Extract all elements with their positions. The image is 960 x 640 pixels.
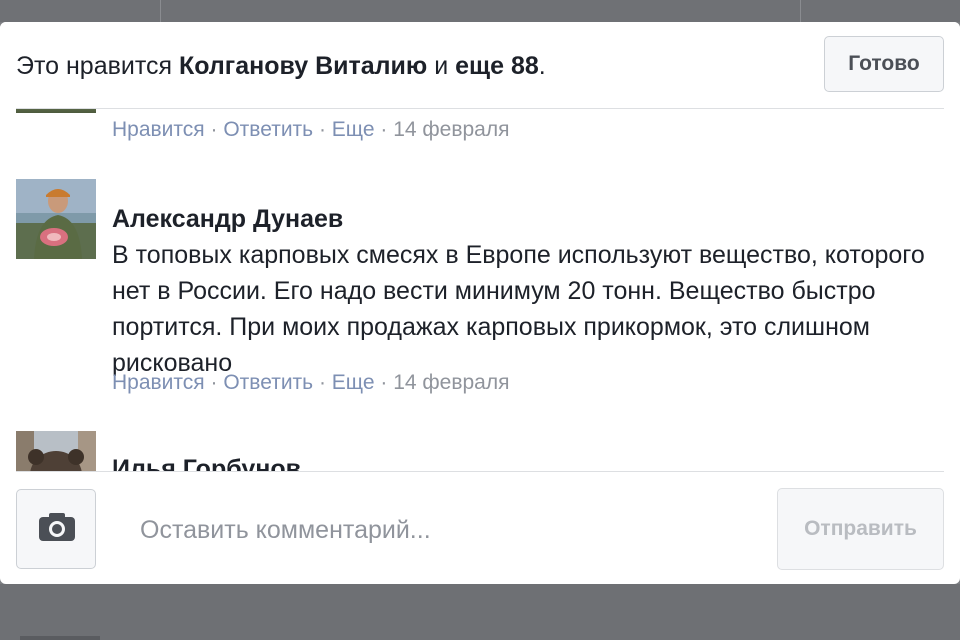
separator: · — [204, 118, 224, 141]
background-top — [0, 0, 960, 22]
likes-summary[interactable]: Это нравится Колганову Виталию и еще 88. — [16, 52, 546, 81]
likes-middle: и — [427, 52, 456, 80]
separator: · — [204, 371, 224, 394]
comment-date[interactable]: 14 февраля — [393, 371, 509, 394]
done-button[interactable]: Готово — [824, 36, 944, 92]
more-link[interactable]: Еще — [332, 371, 375, 394]
comment-author[interactable]: Александр Дунаев — [112, 205, 343, 234]
avatar-photo — [16, 431, 96, 471]
comment-actions: Нравится · Ответить · Еще · 14 февраля — [112, 118, 509, 142]
comment-date[interactable]: 14 февраля — [393, 118, 509, 141]
like-link[interactable]: Нравится — [112, 371, 205, 394]
dialog-header: Это нравится Колганову Виталию и еще 88.… — [0, 22, 960, 108]
separator: · — [374, 118, 394, 141]
background-divider — [800, 0, 801, 22]
avatar[interactable] — [16, 431, 96, 471]
background-bar — [20, 636, 100, 640]
comments-list[interactable]: Нравится · Ответить · Еще · 14 февраля А… — [0, 109, 960, 471]
separator: · — [313, 118, 332, 141]
likes-name[interactable]: Колганову Виталию — [179, 52, 427, 80]
send-button[interactable]: Отправить — [777, 488, 944, 570]
comment-author[interactable]: Илья Горбунов — [112, 455, 301, 471]
reply-link[interactable]: Ответить — [223, 118, 313, 141]
composer-divider — [16, 471, 944, 472]
like-link[interactable]: Нравится — [112, 118, 205, 141]
separator: · — [374, 371, 394, 394]
comment-input[interactable] — [112, 502, 752, 558]
comment-actions: Нравится · Ответить · Еще · 14 февраля — [112, 371, 509, 395]
avatar[interactable] — [16, 109, 96, 113]
background-bottom — [0, 584, 960, 640]
more-link[interactable]: Еще — [332, 118, 375, 141]
camera-icon — [39, 513, 75, 541]
camera-button[interactable] — [16, 489, 96, 569]
separator: · — [313, 371, 332, 394]
avatar[interactable] — [16, 179, 96, 259]
comment-text: В топовых карповых смесях в Европе испол… — [112, 241, 925, 377]
likes-count[interactable]: еще 88 — [455, 52, 539, 80]
background-divider — [160, 0, 161, 22]
avatar-photo — [16, 179, 96, 259]
reply-link[interactable]: Ответить — [223, 371, 313, 394]
likes-prefix: Это нравится — [16, 52, 180, 80]
comments-dialog: Это нравится Колганову Виталию и еще 88.… — [0, 22, 960, 584]
likes-suffix: . — [538, 52, 546, 80]
